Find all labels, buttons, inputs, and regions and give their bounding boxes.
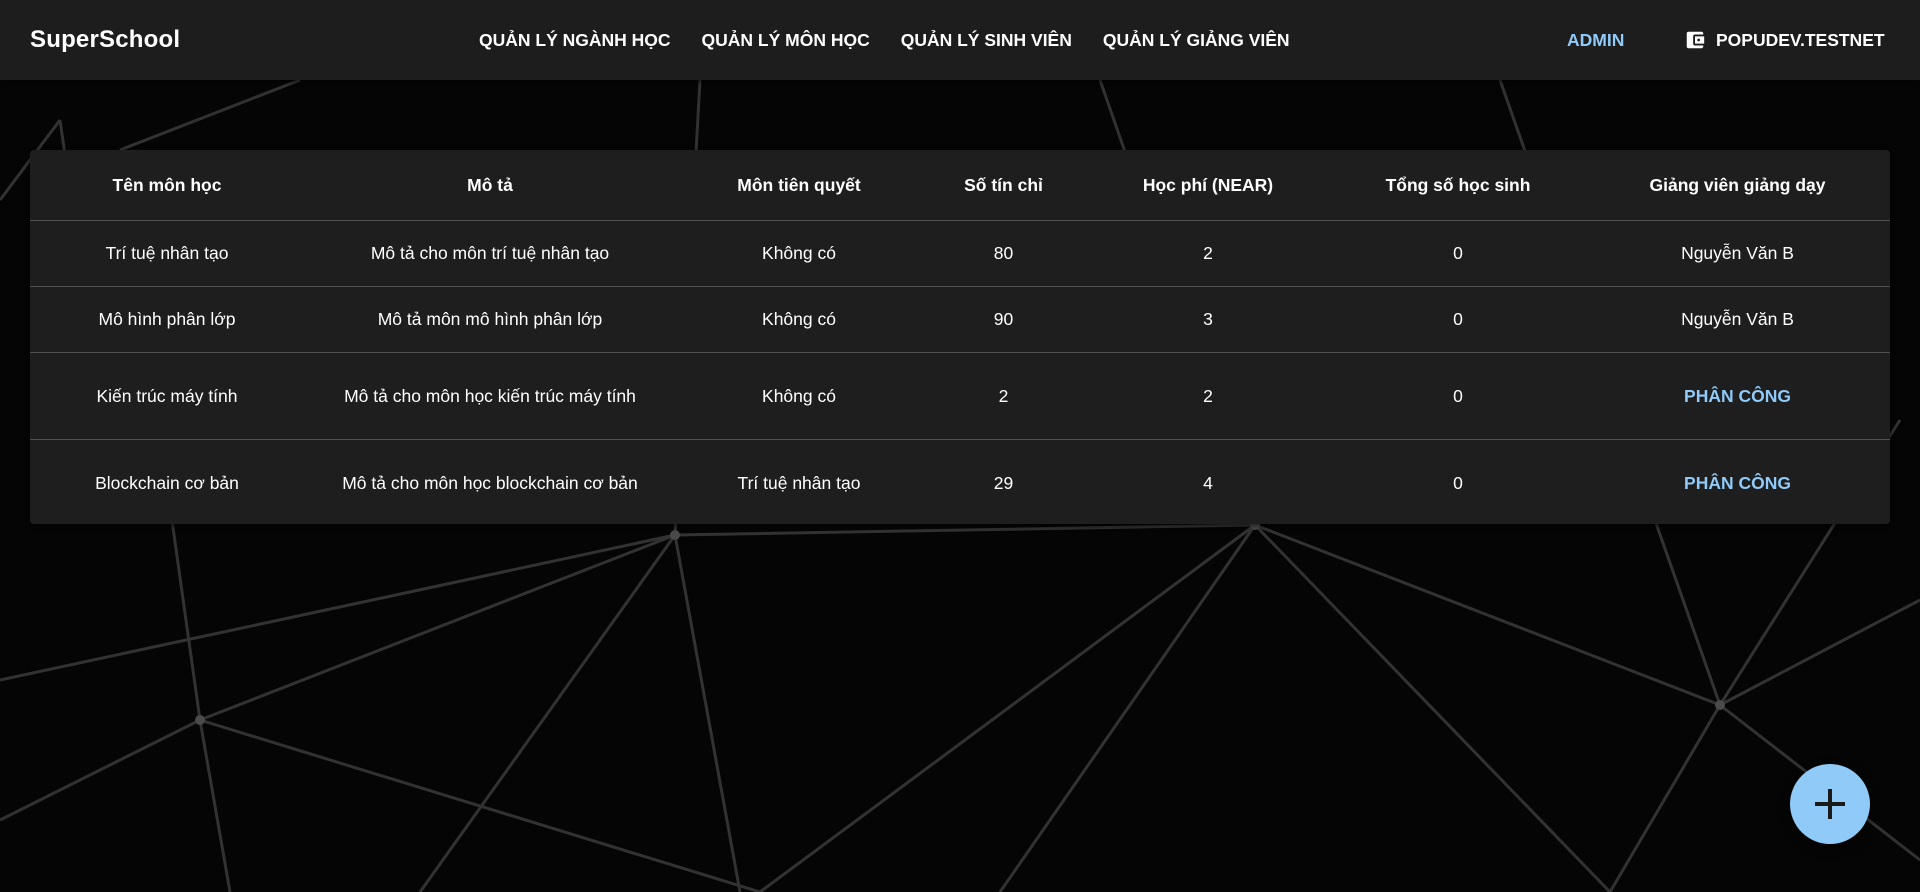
add-subject-button[interactable]: [1790, 764, 1870, 844]
cell-lecturer: Nguyễn Văn B: [1585, 286, 1890, 353]
column-header-prerequisite: Môn tiên quyết: [676, 150, 922, 221]
account-button[interactable]: POPUDEV.TESTNET: [1684, 0, 1885, 80]
brand-logo-text[interactable]: SuperSchool: [30, 0, 180, 80]
column-header-fee: Học phí (NEAR): [1085, 150, 1331, 221]
plus-icon: [1815, 789, 1845, 819]
cell-fee: 2: [1085, 352, 1331, 440]
nav-lecturers[interactable]: QUẢN LÝ GIẢNG VIÊN: [1095, 22, 1298, 59]
cell-name: Blockchain cơ bản: [95, 472, 239, 493]
nav-students[interactable]: QUẢN LÝ SINH VIÊN: [893, 22, 1080, 59]
column-header-students: Tổng số học sinh: [1331, 150, 1585, 221]
cell-students: 0: [1331, 352, 1585, 440]
assign-lecturer-button[interactable]: PHÂN CÔNG: [1676, 467, 1799, 500]
table-header-row: Tên môn học Mô tả Môn tiên quyết Số tín …: [30, 150, 1890, 221]
table-row: Trí tuệ nhân tạo Mô tả cho môn trí tuệ n…: [30, 220, 1890, 287]
cell-prerequisite: Không có: [676, 352, 922, 440]
cell-credits: 90: [922, 286, 1085, 353]
cell-description: Mô tả cho môn học kiến trúc máy tính: [304, 352, 676, 440]
column-header-description: Mô tả: [304, 150, 676, 221]
table-row: Blockchain cơ bản Mô tả cho môn học bloc…: [30, 440, 1890, 527]
table-row: Mô hình phân lớp Mô tả môn mô hình phân …: [30, 286, 1890, 353]
admin-link[interactable]: ADMIN: [1559, 0, 1632, 80]
cell-description: Mô tả môn mô hình phân lớp: [304, 286, 676, 353]
cell-prerequisite: Không có: [676, 286, 922, 353]
cell-fee: 3: [1085, 286, 1331, 353]
cell-fee: 2: [1085, 220, 1331, 287]
cell-description: Mô tả cho môn trí tuệ nhân tạo: [304, 220, 676, 287]
nav-subjects[interactable]: QUẢN LÝ MÔN HỌC: [694, 22, 878, 59]
app-bar: SuperSchool QUẢN LÝ NGÀNH HỌC QUẢN LÝ MÔ…: [0, 0, 1920, 80]
cell-prerequisite: Trí tuệ nhân tạo: [737, 472, 861, 493]
table-row: Kiến trúc máy tính Mô tả cho môn học kiế…: [30, 352, 1890, 440]
main-nav: QUẢN LÝ NGÀNH HỌC QUẢN LÝ MÔN HỌC QUẢN L…: [471, 0, 1313, 80]
cell-credits: 2: [922, 352, 1085, 440]
cell-name: Mô hình phân lớp: [30, 286, 304, 353]
column-header-lecturer: Giảng viên giảng dạy: [1585, 150, 1890, 221]
cell-lecturer: PHÂN CÔNG: [1585, 440, 1890, 527]
cell-students: 0: [1331, 220, 1585, 287]
cell-name: Trí tuệ nhân tạo: [30, 220, 304, 287]
cell-students: 0: [1453, 472, 1463, 493]
wallet-icon: [1684, 29, 1706, 51]
cell-lecturer: Nguyễn Văn B: [1585, 220, 1890, 287]
cell-fee: 4: [1203, 472, 1213, 493]
cell-description: Mô tả cho môn học blockchain cơ bản: [342, 472, 638, 493]
subjects-table: Tên môn học Mô tả Môn tiên quyết Số tín …: [30, 150, 1890, 526]
assign-lecturer-button[interactable]: PHÂN CÔNG: [1676, 380, 1799, 413]
cell-credits: 80: [922, 220, 1085, 287]
cell-students: 0: [1331, 286, 1585, 353]
account-name: POPUDEV.TESTNET: [1716, 29, 1885, 50]
nav-majors[interactable]: QUẢN LÝ NGÀNH HỌC: [471, 22, 679, 59]
column-header-name: Tên môn học: [30, 150, 304, 221]
cell-credits: 29: [993, 472, 1014, 493]
subjects-table-container: Tên môn học Mô tả Môn tiên quyết Số tín …: [30, 150, 1890, 524]
cell-prerequisite: Không có: [676, 220, 922, 287]
cell-name: Kiến trúc máy tính: [30, 352, 304, 440]
column-header-credits: Số tín chỉ: [922, 150, 1085, 221]
cell-lecturer: PHÂN CÔNG: [1585, 352, 1890, 440]
